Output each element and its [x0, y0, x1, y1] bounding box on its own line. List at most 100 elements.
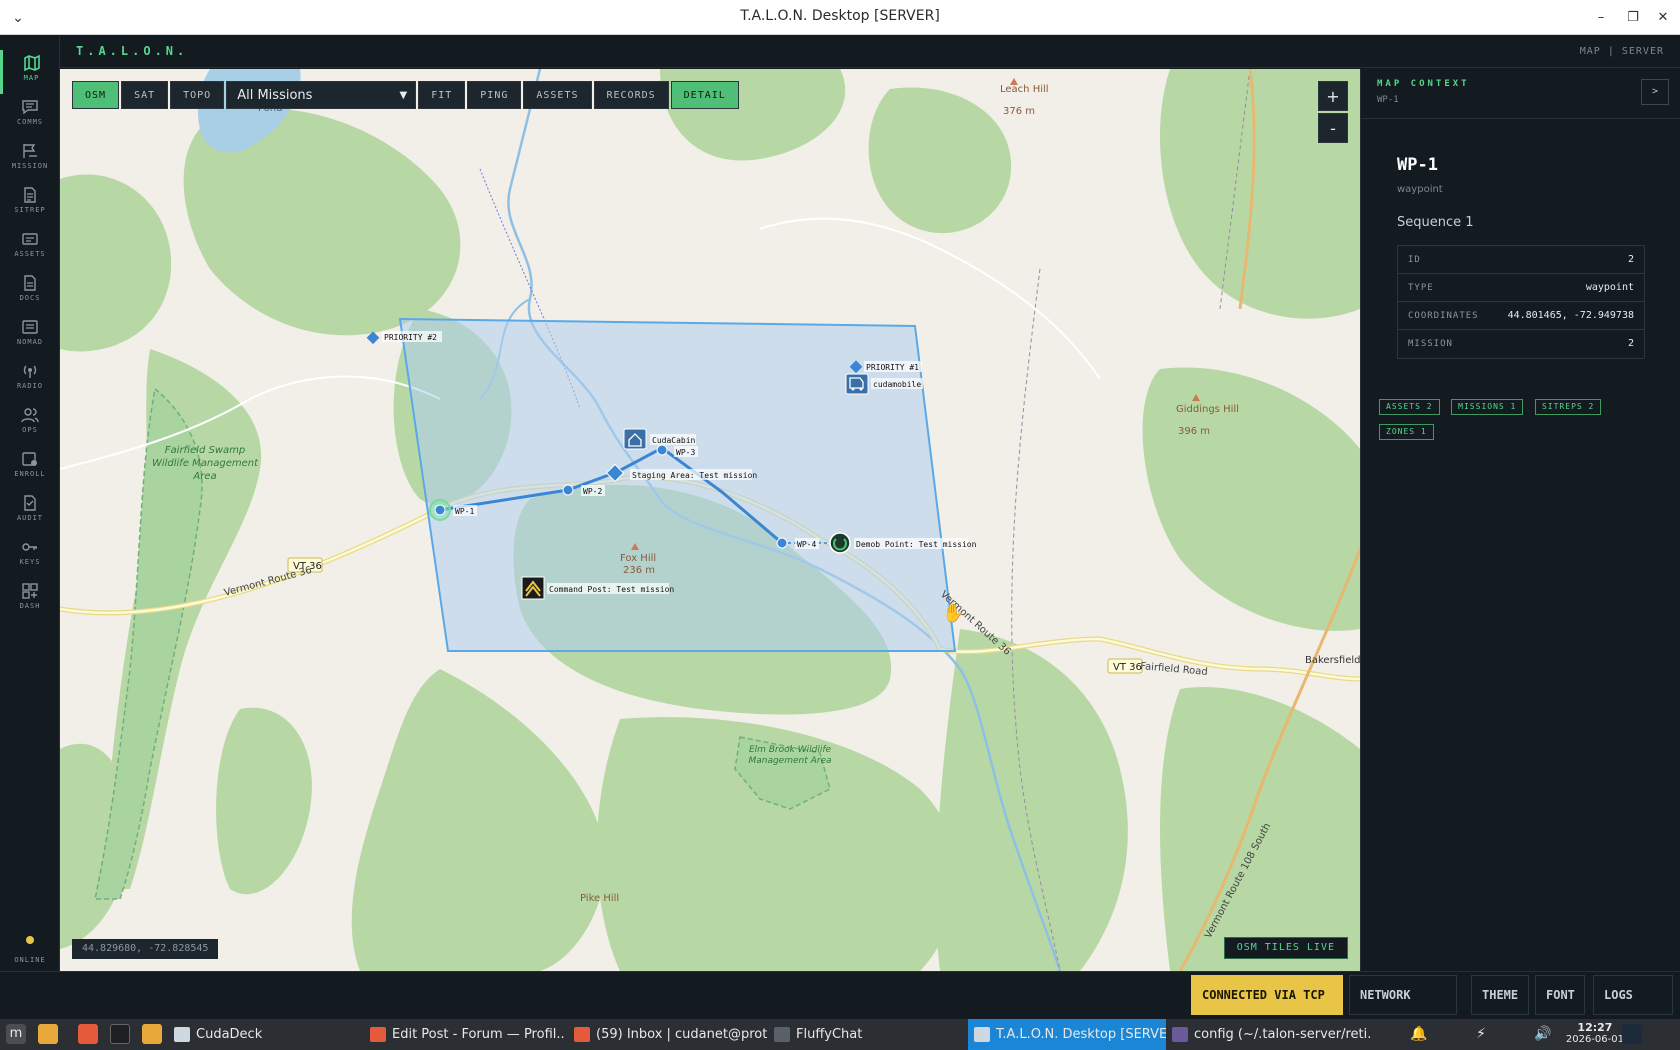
collapse-panel-button[interactable]: >	[1641, 79, 1669, 105]
display-icon[interactable]	[1622, 1024, 1642, 1044]
taskbar-app-talon[interactable]: T.A.L.O.N. Desktop [SERVER]	[968, 1019, 1166, 1050]
taskbar-app-cudadeck[interactable]: CudaDeck	[168, 1019, 358, 1050]
detail-button[interactable]: DETAIL	[670, 81, 739, 109]
taskbar-app-label: T.A.L.O.N. Desktop [SERVER]	[996, 1027, 1166, 1042]
taskbar-app-config[interactable]: config (~/.talon-server/reti...	[1166, 1019, 1372, 1050]
rail-item-docs[interactable]: DOCS	[0, 270, 60, 314]
rail-item-mission[interactable]: MISSION	[0, 138, 60, 182]
map-canvas[interactable]: Pond Leach Hill 376 m Giddings Hill 396 …	[60, 69, 1360, 971]
rail-item-audit[interactable]: AUDIT	[0, 490, 60, 534]
entity-name: WP-1	[1397, 155, 1438, 175]
marker-label: WP-2	[583, 487, 602, 496]
rail-item-ops[interactable]: OPS	[0, 402, 60, 446]
marker-label: Command Post: Test mission	[549, 585, 674, 594]
waypoint-dot	[562, 484, 574, 496]
connection-status: ONLINE	[0, 936, 60, 966]
mission-filter-select[interactable]: All Missions ▼	[226, 81, 417, 109]
ping-button[interactable]: PING	[467, 81, 522, 109]
map-label-fairfield-swamp-box: Fairfield Swamp Wildlife Management Area	[152, 445, 258, 482]
folder-launcher-icon[interactable]	[38, 1024, 58, 1044]
files-launcher-icon[interactable]	[142, 1024, 162, 1044]
marker-label: WP-1	[455, 507, 474, 516]
app-statusbar: CONNECTED VIA TCP NETWORK SETUP THEME FO…	[0, 971, 1680, 1040]
rail-label: DOCS	[19, 294, 41, 302]
tiles-status-badge: OSM TILES LIVE	[1223, 937, 1348, 959]
restore-button[interactable]: ❐	[1620, 6, 1646, 30]
clock-date: 2026-06-01	[1565, 1034, 1624, 1045]
rail-item-comms[interactable]: COMMS	[0, 94, 60, 138]
editor-icon	[1172, 1027, 1188, 1042]
taskbar-app-fluffychat[interactable]: FluffyChat	[768, 1019, 968, 1050]
radio-icon	[23, 365, 37, 378]
chip-zones[interactable]: ZONES 1	[1379, 424, 1434, 440]
marker-wp-3[interactable]: WP-3	[656, 444, 698, 457]
map-label-pike-hill: Pike Hill	[580, 893, 619, 904]
taskbar-clock[interactable]: 12:27 2026-06-01	[1566, 1021, 1624, 1045]
zoom-out-button[interactable]: -	[1318, 113, 1348, 143]
network-setup-button[interactable]: NETWORK SETUP	[1349, 975, 1457, 1040]
taskbar-app-forum[interactable]: Edit Post - Forum — Profil...	[364, 1019, 566, 1050]
minimize-button[interactable]: –	[1588, 6, 1614, 30]
asset-icon	[22, 233, 38, 245]
rail-label: MISSION	[11, 162, 49, 170]
zoom-in-button[interactable]: +	[1318, 81, 1348, 111]
volume-icon[interactable]: 🔊	[1534, 1025, 1552, 1043]
rail-label: DASH	[19, 602, 41, 610]
layer-sat-button[interactable]: SAT	[121, 81, 169, 109]
records-button[interactable]: RECORDS	[593, 81, 669, 109]
taskbar-app-label: CudaDeck	[196, 1027, 263, 1042]
property-value: 2	[1627, 338, 1634, 349]
entity-kind: waypoint	[1397, 184, 1443, 195]
terminal-launcher-icon[interactable]	[110, 1024, 130, 1044]
layer-topo-button[interactable]: TOPO	[170, 81, 225, 109]
rail-item-dash[interactable]: DASH	[0, 578, 60, 622]
fit-button[interactable]: FIT	[418, 81, 466, 109]
rail-item-enroll[interactable]: ENROLL	[0, 446, 60, 490]
notifications-bell-icon[interactable]: 🔔	[1410, 1025, 1428, 1043]
marker-wp-2[interactable]: WP-2	[562, 484, 605, 496]
breadcrumb: MAP | SERVER	[1579, 46, 1664, 57]
layer-osm-button[interactable]: OSM	[72, 81, 120, 109]
rail-item-radio[interactable]: RADIO	[0, 358, 60, 402]
taskbar-app-inbox[interactable]: (59) Inbox | cudanet@prot...	[568, 1019, 768, 1050]
power-icon[interactable]: ⚡	[1472, 1025, 1490, 1043]
rail-item-keys[interactable]: KEYS	[0, 534, 60, 578]
map-view[interactable]: Pond Leach Hill 376 m Giddings Hill 396 …	[60, 69, 1360, 971]
wheel	[851, 387, 855, 391]
rail-label: OPS	[22, 426, 38, 434]
chip-sitreps[interactable]: SITREPS 2	[1534, 399, 1602, 415]
property-key: COORDINATES	[1408, 311, 1479, 321]
chevron-down-icon: ▼	[399, 90, 408, 101]
window-titlebar: ⌄ T.A.L.O.N. Desktop [SERVER] – ❐ ✕	[0, 0, 1680, 35]
browser-launcher-icon[interactable]	[78, 1024, 98, 1044]
app-brand: T.A.L.O.N.	[76, 44, 189, 58]
marker-label: CudaCabin	[652, 436, 696, 445]
rail-item-map[interactable]: MAP	[0, 50, 60, 94]
rail-item-sitrep[interactable]: SITREP	[0, 182, 60, 226]
chip-assets[interactable]: ASSETS 2	[1379, 399, 1440, 415]
map-label-elm-brook: Elm Brook Wildlife Management Area	[748, 745, 832, 766]
close-button[interactable]: ✕	[1650, 6, 1676, 30]
marker-label: cudamobile	[873, 380, 921, 389]
route-icon	[23, 144, 37, 158]
map-icon	[23, 54, 40, 72]
logs-button[interactable]: LOGS (35)	[1593, 975, 1673, 1040]
marker-label: PRIORITY #1	[866, 363, 919, 372]
marker-label: WP-4	[797, 540, 816, 549]
users-icon	[21, 408, 39, 423]
window-title: T.A.L.O.N. Desktop [SERVER]	[740, 8, 940, 24]
chip-missions[interactable]: MISSIONS 1	[1451, 399, 1524, 415]
start-menu-icon[interactable]: m	[6, 1024, 26, 1044]
window-icon	[174, 1027, 190, 1042]
assets-button[interactable]: ASSETS	[523, 81, 592, 109]
rail-label: MAP	[23, 74, 40, 82]
connection-status-button[interactable]: CONNECTED VIA TCP	[1191, 975, 1343, 1015]
marker-label: PRIORITY #2	[384, 333, 437, 342]
map-label-elm-brook-box: Elm Brook Wildlife Management Area	[748, 745, 832, 766]
rail-item-nomad[interactable]: NOMAD	[0, 314, 60, 358]
marker-wp-4[interactable]: WP-4	[776, 537, 819, 549]
theme-button[interactable]: THEME	[1471, 975, 1529, 1015]
enroll-icon	[22, 452, 37, 466]
rail-item-assets[interactable]: ASSETS	[0, 226, 60, 270]
font-button[interactable]: FONT	[1535, 975, 1585, 1015]
